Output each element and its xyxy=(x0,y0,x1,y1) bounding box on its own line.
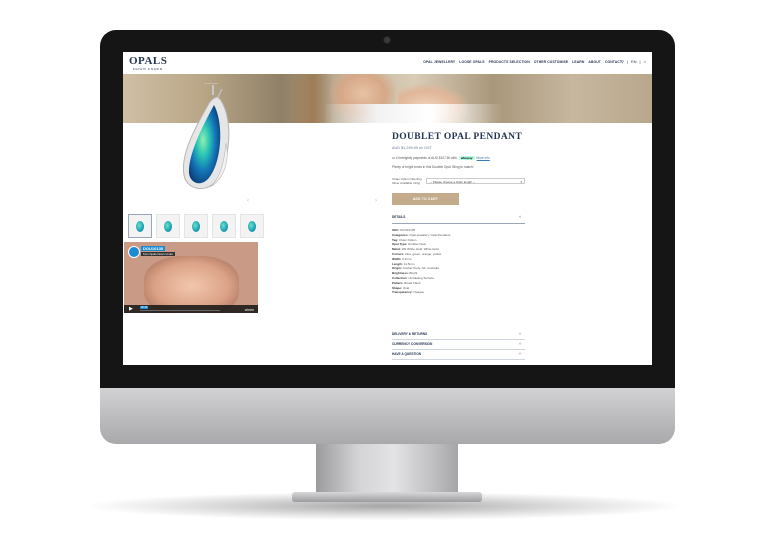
gallery-thumbnail[interactable] xyxy=(156,214,180,238)
chevron-down-icon: ▾ xyxy=(520,180,522,184)
monitor-chin xyxy=(100,388,675,444)
logo-text: OPALS xyxy=(129,55,168,67)
currency-selector[interactable]: EN xyxy=(631,59,637,64)
play-icon[interactable]: ▶ xyxy=(129,306,133,312)
chevron-down-icon: ˅ xyxy=(518,215,521,219)
camera-icon xyxy=(384,37,390,43)
accordion-label: HAVE A QUESTION xyxy=(392,352,422,356)
accordion-list: DELIVERY & RETURNS ˅ CURRENCY CONVERSION… xyxy=(392,330,525,360)
detail-row: Transparency: Opaque xyxy=(392,290,425,295)
pendant-thumb-icon xyxy=(220,221,228,232)
gallery-next-arrow[interactable]: › xyxy=(375,198,377,204)
nav-item-products-selection[interactable]: PRODUCTS SELECTION xyxy=(489,60,530,64)
add-to-cart-button[interactable]: ADD TO CART xyxy=(392,193,459,205)
video-subtitle[interactable]: from Opals Down Under xyxy=(141,252,175,256)
afterpay-text: or 4 fortnightly payments of AUD $107.50… xyxy=(392,156,457,160)
details-heading: DETAILS xyxy=(392,215,406,219)
nav-item-learn[interactable]: LEARN xyxy=(572,60,584,64)
monitor-stand xyxy=(316,444,458,494)
video-progress-track[interactable] xyxy=(140,310,220,311)
chevron-down-icon: ˅ xyxy=(518,332,521,336)
vimeo-logo[interactable]: vimeo xyxy=(245,308,254,312)
afterpay-more-info-link[interactable]: More info xyxy=(477,156,490,160)
gallery-thumbnail[interactable] xyxy=(128,214,152,238)
delivery-returns-accordion[interactable]: DELIVERY & RETURNS ˅ xyxy=(392,330,525,340)
currency-conversion-accordion[interactable]: CURRENCY CONVERSION ˅ xyxy=(392,340,525,350)
search-icon[interactable]: ⚲ xyxy=(621,59,624,64)
hero-shirt xyxy=(323,104,503,123)
accordion-label: CURRENCY CONVERSION xyxy=(392,342,433,346)
video-time: 00:48 xyxy=(140,306,149,309)
product-price: AUD $1,299.95 ex GST xyxy=(392,146,432,150)
gallery-thumbnail[interactable] xyxy=(184,214,208,238)
vimeo-avatar-icon xyxy=(128,246,140,258)
have-a-question-accordion[interactable]: HAVE A QUESTION ˅ xyxy=(392,350,525,360)
gallery-thumbnail[interactable] xyxy=(212,214,236,238)
chevron-down-icon: ˅ xyxy=(518,352,521,356)
product-title: DOUBLET OPAL PENDANT xyxy=(392,132,523,142)
product-info: DOUBLET OPAL PENDANT AUD $1,299.95 ex GS… xyxy=(392,132,632,295)
cart-icon[interactable]: ⌂ xyxy=(644,59,646,64)
nav-item-about[interactable]: ABOUT xyxy=(588,60,601,64)
nav-item-loose-opals[interactable]: LOOSE OPALS xyxy=(459,60,484,64)
top-navigation: OPALS DOWN UNDER OPAL JEWELLERY LOOSE OP… xyxy=(123,52,652,74)
nav-item-contact[interactable]: CONTACT xyxy=(605,60,622,64)
chain-select-value: -- Please choose a chain length -- xyxy=(430,180,475,184)
separator: | xyxy=(639,59,641,64)
nav-links: OPAL JEWELLERY LOOSE OPALS PRODUCTS SELE… xyxy=(423,60,622,64)
afterpay-badge: afterpay xyxy=(458,156,475,160)
nav-icons: ⚲ | EN | ⌂ xyxy=(621,59,646,64)
pendant-thumb-icon xyxy=(164,221,172,232)
chain-option-label: Chain Option (Sterling Silver Available … xyxy=(392,177,422,185)
pendant-thumb-icon xyxy=(136,221,144,232)
chevron-down-icon: ˅ xyxy=(518,342,521,346)
monitor-foot xyxy=(292,492,482,502)
gallery-thumbnail[interactable] xyxy=(240,214,264,238)
chain-length-select[interactable]: -- Please choose a chain length -- ▾ xyxy=(426,178,525,184)
afterpay-line: or 4 fortnightly payments of AUD $107.50… xyxy=(392,156,632,160)
chain-option-row: Chain Option (Sterling Silver Available … xyxy=(392,177,632,193)
site-logo[interactable]: OPALS DOWN UNDER xyxy=(129,55,173,71)
details-accordion-header[interactable]: DETAILS ˅ xyxy=(392,215,525,224)
gallery-prev-arrow[interactable]: ‹ xyxy=(247,198,249,204)
video-title[interactable]: DOU10135 xyxy=(141,246,166,251)
pendant-thumb-icon xyxy=(192,221,200,232)
separator: | xyxy=(626,59,628,64)
pendant-image xyxy=(182,83,230,190)
nav-item-other-customise[interactable]: OTHER CUSTOMISE xyxy=(534,60,568,64)
accordion-label: DELIVERY & RETURNS xyxy=(392,332,428,336)
nav-item-opal-jewellery[interactable]: OPAL JEWELLERY xyxy=(423,60,455,64)
logo-subtext: DOWN UNDER xyxy=(133,67,163,71)
product-description: Plenty of bright tones in this Doublet O… xyxy=(392,165,474,169)
pendant-thumb-icon xyxy=(248,221,256,232)
details-list: SKU: DOU10135 Categories: Opal Jewellery… xyxy=(392,228,632,295)
gallery-thumbnails xyxy=(128,214,264,238)
product-video[interactable]: DOU10135 from Opals Down Under ▶ 00:48 v… xyxy=(124,242,258,313)
